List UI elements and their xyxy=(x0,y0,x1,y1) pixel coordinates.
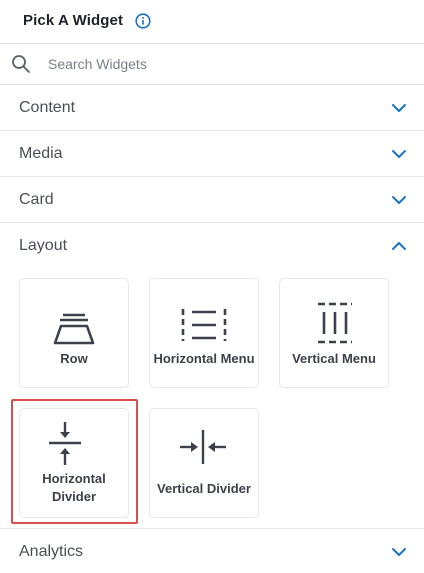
search-icon xyxy=(12,55,30,73)
widget-horizontal-divider-label-line1: Horizontal xyxy=(42,471,106,486)
section-card-label: Card xyxy=(19,191,54,208)
widget-row-label: Row xyxy=(60,351,88,366)
section-analytics-label: Analytics xyxy=(19,543,84,560)
section-card[interactable]: Card xyxy=(0,177,424,223)
widget-horizontal-menu[interactable]: Horizontal Menu xyxy=(149,278,259,388)
chevron-down-icon xyxy=(392,150,406,158)
row-icon xyxy=(53,313,95,345)
chevron-down-icon xyxy=(392,548,406,556)
widget-vertical-divider[interactable]: Vertical Divider xyxy=(149,408,259,518)
page-title: Pick A Widget xyxy=(23,12,124,29)
chevron-down-icon xyxy=(392,196,406,204)
info-circle-icon[interactable] xyxy=(135,13,151,29)
chevron-down-icon xyxy=(392,104,406,112)
vertical-divider-icon xyxy=(180,430,226,464)
chevron-up-icon xyxy=(392,242,406,250)
widget-picker-header: Pick A Widget xyxy=(0,0,424,44)
horizontal-menu-icon xyxy=(181,309,227,341)
widget-vertical-menu[interactable]: Vertical Menu xyxy=(279,278,389,388)
section-media[interactable]: Media xyxy=(0,131,424,177)
section-content-label: Content xyxy=(19,99,76,116)
search-input[interactable] xyxy=(48,53,408,75)
section-layout-label: Layout xyxy=(19,237,68,254)
section-layout[interactable]: Layout xyxy=(0,223,424,269)
search-bar xyxy=(0,44,424,85)
widget-row[interactable]: Row xyxy=(19,278,129,388)
widget-horizontal-menu-label: Horizontal Menu xyxy=(153,351,255,366)
widget-horizontal-divider[interactable]: Horizontal Divider xyxy=(19,408,129,518)
section-content[interactable]: Content xyxy=(0,85,424,131)
section-analytics[interactable]: Analytics xyxy=(0,528,424,573)
vertical-menu-icon xyxy=(318,302,352,344)
widget-horizontal-divider-label-line2: Divider xyxy=(51,489,97,504)
section-media-label: Media xyxy=(19,145,63,162)
widget-vertical-menu-label: Vertical Menu xyxy=(292,351,376,366)
horizontal-divider-icon xyxy=(49,422,81,465)
widget-vertical-divider-label: Vertical Divider xyxy=(157,481,251,496)
